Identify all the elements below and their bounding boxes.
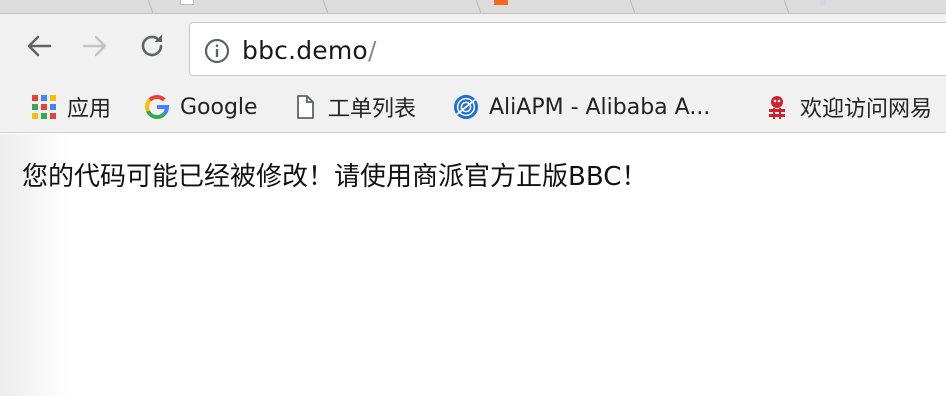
- tab-separator: [475, 0, 482, 13]
- tab-separator: [322, 0, 329, 13]
- reload-button[interactable]: [137, 31, 167, 61]
- document-icon: [292, 94, 318, 120]
- forward-arrow-icon: [82, 35, 107, 57]
- bookmark-label: Google: [180, 94, 258, 120]
- back-arrow-icon: [27, 35, 52, 57]
- tab-strip: [0, 0, 946, 14]
- bookmark-label: 应用: [67, 97, 112, 122]
- tab-separator: [629, 0, 636, 13]
- tab-favicon-page-icon[interactable]: [180, 0, 194, 5]
- bookmark-ticket-list[interactable]: 工单列表: [292, 92, 416, 122]
- netease-icon: [764, 94, 790, 120]
- url-path: /: [367, 36, 377, 65]
- reload-icon: [141, 34, 163, 57]
- tab-favicon-icon[interactable]: [820, 0, 826, 5]
- bookmarks-bar: 应用 Google 工单列表 AliAPM - Alibaba A... 欢迎访…: [0, 84, 946, 133]
- bookmark-netease[interactable]: 欢迎访问网易: [764, 92, 932, 122]
- forward-button[interactable]: [80, 31, 110, 61]
- url-host: bbc.demo: [242, 36, 368, 65]
- bookmark-label: 工单列表: [328, 97, 417, 122]
- address-bar[interactable]: bbc.demo/: [189, 22, 946, 76]
- bookmark-label: AliAPM - Alibaba A...: [489, 94, 711, 120]
- site-info-icon[interactable]: [204, 38, 230, 64]
- tab-separator: [147, 0, 154, 13]
- aliapm-icon: [453, 94, 479, 120]
- address-bar-url[interactable]: bbc.demo/: [242, 36, 377, 65]
- page-content: 您的代码可能已经被修改！请使用商派官方正版BBC！: [0, 134, 946, 396]
- browser-toolbar: bbc.demo/: [0, 14, 946, 84]
- bookmark-aliapm[interactable]: AliAPM - Alibaba A...: [453, 92, 710, 122]
- bookmark-label: 欢迎访问网易: [800, 97, 933, 122]
- page-message: 您的代码可能已经被修改！请使用商派官方正版BBC！: [22, 162, 648, 192]
- bookmark-google[interactable]: Google: [144, 92, 258, 122]
- back-button[interactable]: [24, 31, 54, 61]
- tab-separator: [783, 0, 790, 13]
- tab-favicon-orange-icon[interactable]: [494, 0, 508, 5]
- bookmark-apps[interactable]: 应用: [31, 92, 111, 122]
- apps-grid-icon: [31, 94, 57, 120]
- google-g-icon: [144, 94, 170, 120]
